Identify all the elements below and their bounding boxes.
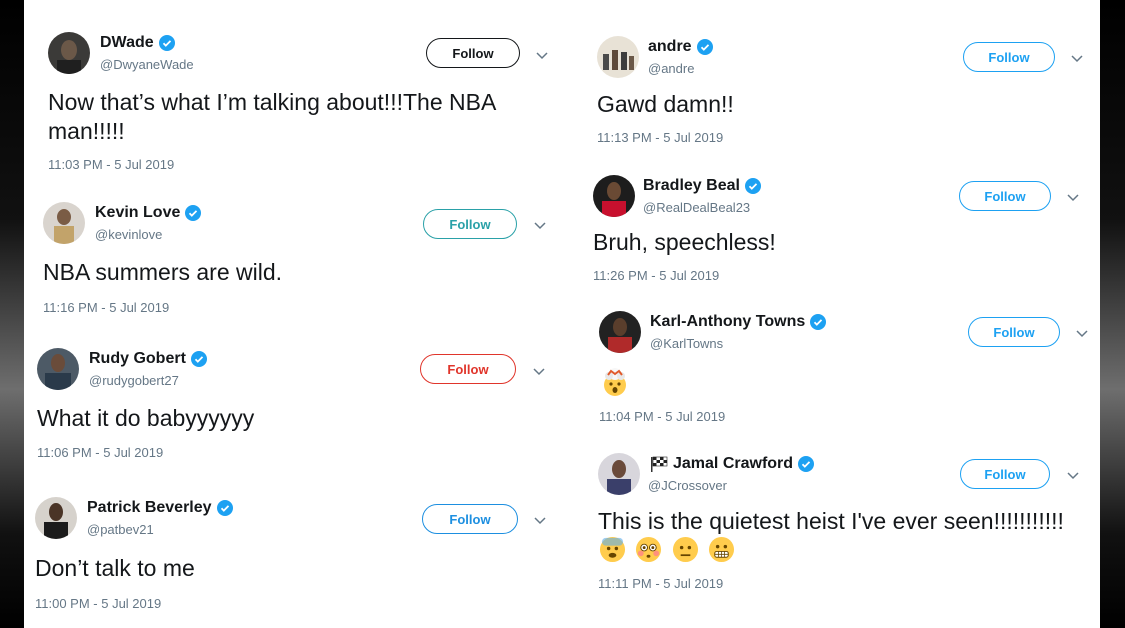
tweet-timestamp[interactable]: 11:13 PM - 5 Jul 2019 bbox=[597, 130, 723, 145]
tweet-jamal-crawford: Jamal Crawford @JCrossover Follow This i… bbox=[598, 453, 1093, 593]
chevron-down-icon[interactable] bbox=[533, 368, 545, 376]
verified-badge-icon bbox=[696, 39, 713, 55]
tweet-patrick-beverley: Patrick Beverley @patbev21 Follow Don’t … bbox=[35, 497, 555, 617]
handle[interactable]: @RealDealBeal23 bbox=[643, 200, 750, 215]
tweet-text-line-2: man!!!!! bbox=[48, 118, 125, 144]
chevron-down-icon[interactable] bbox=[534, 222, 546, 230]
follow-button[interactable]: Follow bbox=[968, 317, 1060, 347]
handle[interactable]: @JCrossover bbox=[648, 478, 727, 493]
tweet-timestamp[interactable]: 11:16 PM - 5 Jul 2019 bbox=[43, 300, 169, 315]
chevron-down-icon[interactable] bbox=[1076, 330, 1088, 338]
display-name[interactable]: andre bbox=[648, 38, 713, 56]
avatar[interactable] bbox=[48, 32, 90, 74]
handle[interactable]: @DwyaneWade bbox=[100, 57, 194, 72]
display-name[interactable]: DWade bbox=[100, 34, 175, 52]
handle[interactable]: @rudygobert27 bbox=[89, 373, 179, 388]
exploding-head-emoji-icon bbox=[604, 368, 626, 396]
avatar[interactable] bbox=[597, 36, 639, 78]
chevron-down-icon[interactable] bbox=[534, 517, 546, 525]
tweet-timestamp[interactable]: 11:11 PM - 5 Jul 2019 bbox=[598, 576, 723, 591]
avatar[interactable] bbox=[35, 497, 77, 539]
verified-badge-icon bbox=[744, 178, 761, 194]
verified-badge-icon bbox=[190, 351, 207, 367]
avatar[interactable] bbox=[598, 453, 640, 495]
verified-badge-icon bbox=[216, 500, 233, 516]
chevron-down-icon[interactable] bbox=[536, 52, 548, 60]
display-name[interactable]: Rudy Gobert bbox=[89, 350, 207, 368]
tweet-timestamp[interactable]: 11:04 PM - 5 Jul 2019 bbox=[599, 409, 725, 424]
avatar[interactable] bbox=[599, 311, 641, 353]
follow-button[interactable]: Follow bbox=[423, 209, 517, 239]
tweet-timestamp[interactable]: 11:00 PM - 5 Jul 2019 bbox=[35, 596, 161, 611]
display-name[interactable]: Patrick Beverley bbox=[87, 499, 233, 517]
handle[interactable]: @patbev21 bbox=[87, 522, 154, 537]
checkered-flag-icon bbox=[651, 456, 668, 472]
tweet-timestamp[interactable]: 11:26 PM - 5 Jul 2019 bbox=[593, 268, 719, 283]
flushed-face-emoji-icon bbox=[636, 536, 662, 563]
tweet-text: Now that’s what I’m talking about!!!The … bbox=[48, 89, 497, 115]
handle[interactable]: @kevinlove bbox=[95, 227, 162, 242]
follow-button[interactable]: Follow bbox=[422, 504, 518, 534]
left-letterbox bbox=[0, 0, 24, 628]
verified-badge-icon bbox=[158, 35, 175, 51]
tweet-text: Gawd damn!! bbox=[597, 91, 734, 117]
chevron-down-icon[interactable] bbox=[1071, 55, 1083, 63]
follow-button[interactable]: Follow bbox=[420, 354, 516, 384]
tweet-bradley-beal: Bradley Beal @RealDealBeal23 Follow Bruh… bbox=[593, 175, 1088, 287]
tweet-timestamp[interactable]: 11:03 PM - 5 Jul 2019 bbox=[48, 157, 174, 172]
verified-badge-icon bbox=[798, 456, 815, 472]
tweet-karl-anthony-towns: Karl-Anthony Towns @KarlTowns Follow 11:… bbox=[599, 311, 1093, 426]
tweet-text: NBA summers are wild. bbox=[43, 259, 283, 285]
handle[interactable]: @KarlTowns bbox=[650, 336, 723, 351]
avatar[interactable] bbox=[593, 175, 635, 217]
follow-button[interactable]: Follow bbox=[963, 42, 1055, 72]
follow-button[interactable]: Follow bbox=[959, 181, 1051, 211]
neutral-face-emoji-icon bbox=[672, 536, 698, 563]
tweet-kevin-love: Kevin Love @kevinlove Follow NBA summers… bbox=[43, 202, 558, 317]
display-name[interactable]: Kevin Love bbox=[95, 204, 202, 222]
display-name[interactable]: Karl-Anthony Towns bbox=[650, 313, 827, 331]
tweet-rudy-gobert: Rudy Gobert @rudygobert27 Follow What it… bbox=[37, 348, 557, 463]
verified-badge-icon bbox=[810, 314, 827, 330]
emoji-row bbox=[599, 536, 740, 566]
tweet-text: Don’t talk to me bbox=[35, 555, 195, 581]
right-letterbox bbox=[1100, 0, 1125, 628]
chevron-down-icon[interactable] bbox=[1067, 194, 1079, 202]
handle[interactable]: @andre bbox=[648, 61, 694, 76]
avatar[interactable] bbox=[43, 202, 85, 244]
tweet-text: Bruh, speechless! bbox=[593, 229, 776, 255]
anxious-face-emoji-icon bbox=[599, 536, 626, 563]
tweet-andre: andre @andre Follow Gawd damn!! 11:13 PM… bbox=[597, 36, 1087, 148]
follow-button[interactable]: Follow bbox=[426, 38, 520, 68]
tweet-timestamp[interactable]: 11:06 PM - 5 Jul 2019 bbox=[37, 445, 163, 460]
chevron-down-icon[interactable] bbox=[1067, 472, 1079, 480]
follow-button[interactable]: Follow bbox=[960, 459, 1050, 489]
display-name[interactable]: Bradley Beal bbox=[643, 177, 761, 195]
tweet-text: What it do babyyyyyy bbox=[37, 405, 255, 431]
verified-badge-icon bbox=[185, 205, 202, 221]
tweet-dwade: DWade @DwyaneWade Follow Now that’s what… bbox=[48, 32, 558, 177]
tweet-text: This is the quietest heist I've ever see… bbox=[598, 508, 1064, 534]
avatar[interactable] bbox=[37, 348, 79, 390]
display-name[interactable]: Jamal Crawford bbox=[650, 455, 815, 473]
grimacing-face-emoji-icon bbox=[709, 536, 735, 563]
